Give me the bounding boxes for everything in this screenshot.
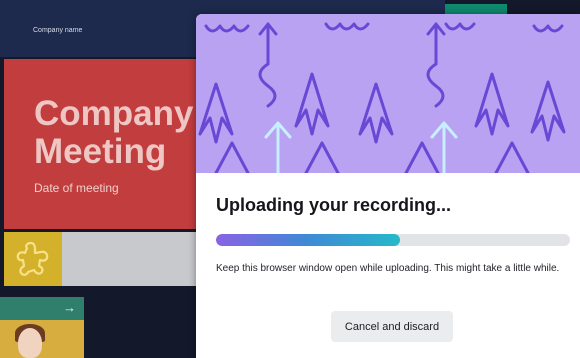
slide-company-name: Company name <box>33 27 83 34</box>
camera-thumbnail[interactable]: → <box>0 297 84 358</box>
dialog-title: Uploading your recording... <box>216 195 452 215</box>
cancel-discard-button[interactable]: Cancel and discard <box>331 311 453 342</box>
upload-dialog: Uploading your recording... Keep this br… <box>196 14 580 358</box>
upload-progress-fill <box>216 234 401 246</box>
presenter-face <box>18 328 42 358</box>
slide-title-line-1: Company <box>34 94 194 133</box>
upload-progress-bar <box>216 234 570 246</box>
slide-date: Date of meeting <box>34 181 119 195</box>
slide-title-line-2: Meeting <box>34 132 167 171</box>
puzzle-icon <box>16 241 49 276</box>
dialog-message: Keep this browser window open while uplo… <box>216 263 560 274</box>
arrow-right-icon[interactable]: → <box>63 300 76 315</box>
slide-title: Company Meeting <box>34 95 214 171</box>
dialog-hero-pattern <box>196 14 580 173</box>
